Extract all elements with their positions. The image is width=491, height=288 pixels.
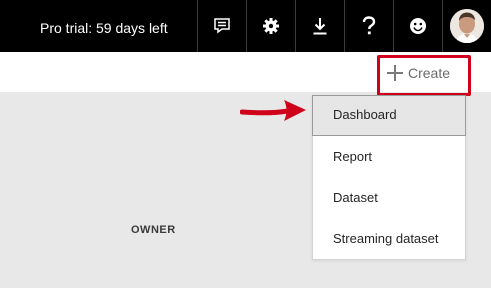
- download-button[interactable]: [295, 0, 344, 52]
- red-arrow-annotation: [239, 98, 308, 129]
- feedback-button[interactable]: [197, 0, 246, 52]
- help-icon: [362, 16, 376, 36]
- top-bar: Pro trial: 59 days left: [0, 0, 491, 52]
- create-label: Create: [408, 65, 451, 81]
- help-button[interactable]: [344, 0, 393, 52]
- menu-item-streaming-dataset[interactable]: Streaming dataset: [313, 219, 465, 259]
- trial-status[interactable]: Pro trial: 59 days left: [40, 0, 168, 52]
- menu-item-dataset[interactable]: Dataset: [313, 178, 465, 218]
- create-button[interactable]: Create: [387, 60, 459, 86]
- menu-item-label: Report: [333, 149, 373, 164]
- feedback-smiley-button[interactable]: [393, 0, 442, 52]
- feedback-icon: [213, 17, 231, 35]
- create-dropdown-menu: Dashboard Report Dataset Streaming datas…: [312, 95, 466, 260]
- menu-item-label: Dashboard: [333, 107, 397, 122]
- account-button[interactable]: [442, 0, 491, 52]
- gear-icon: [262, 17, 280, 35]
- column-header-owner[interactable]: OWNER: [131, 224, 176, 236]
- menu-item-dashboard[interactable]: Dashboard: [312, 95, 466, 136]
- download-icon: [312, 17, 328, 35]
- smiley-icon: [409, 17, 427, 35]
- menu-item-label: Dataset: [333, 190, 378, 205]
- settings-button[interactable]: [246, 0, 295, 52]
- avatar: [450, 9, 484, 43]
- plus-icon: [387, 65, 403, 81]
- menu-item-label: Streaming dataset: [333, 231, 439, 246]
- menu-item-report[interactable]: Report: [313, 137, 465, 177]
